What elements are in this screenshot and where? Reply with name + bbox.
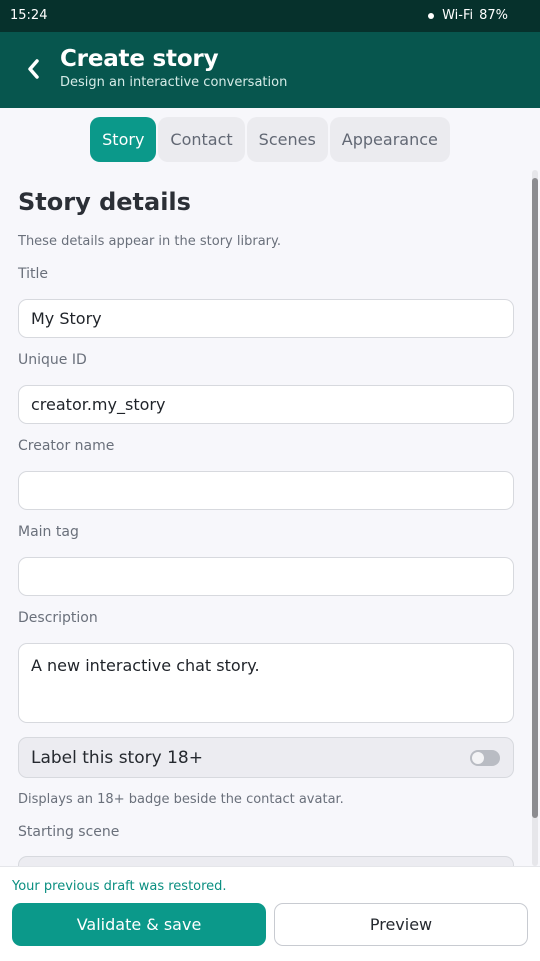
- adult-toggle-helper-text: Displays an 18+ badge beside the contact…: [18, 792, 344, 807]
- starting-scene-label: Starting scene: [18, 824, 120, 840]
- tab-bar: Story Contact Scenes Appearance: [0, 117, 540, 162]
- section-title: Story details: [18, 188, 191, 216]
- validate-save-button[interactable]: Validate & save: [12, 903, 266, 946]
- page-title: Create story: [60, 46, 219, 72]
- toggle-knob: [472, 752, 484, 764]
- notification-dot-icon: [428, 12, 435, 19]
- draft-restored-message: Your previous draft was restored.: [12, 879, 227, 894]
- page-subtitle: Design an interactive conversation: [60, 75, 288, 90]
- status-time: 15:24: [10, 8, 48, 23]
- tab-appearance[interactable]: Appearance: [329, 117, 450, 162]
- adult-toggle-switch[interactable]: [470, 750, 500, 766]
- tab-story[interactable]: Story: [90, 117, 157, 162]
- wifi-label: Wi-Fi: [442, 8, 474, 23]
- main-tag-field[interactable]: [18, 557, 514, 596]
- creator-name-field[interactable]: [18, 471, 514, 510]
- unique-id-field[interactable]: [18, 385, 514, 424]
- story-details-form: Story details These details appear in th…: [0, 170, 540, 866]
- scrollbar-thumb[interactable]: [532, 178, 538, 818]
- status-bar: 15:24 Wi-Fi 87%: [0, 0, 540, 32]
- scrollbar[interactable]: [532, 170, 538, 866]
- battery-level: 87%: [479, 8, 508, 23]
- chevron-left-icon[interactable]: [18, 54, 48, 84]
- starting-scene-select[interactable]: [18, 856, 514, 866]
- footer-bar: Your previous draft was restored. Valida…: [0, 866, 540, 961]
- adult-toggle-label: Label this story 18+: [31, 748, 203, 768]
- description-label: Description: [18, 610, 98, 626]
- description-field[interactable]: A new interactive chat story.: [18, 643, 514, 723]
- adult-label-toggle-row[interactable]: Label this story 18+: [18, 737, 514, 778]
- creator-name-label: Creator name: [18, 438, 115, 454]
- preview-button[interactable]: Preview: [274, 903, 528, 946]
- unique-id-label: Unique ID: [18, 352, 87, 368]
- status-indicators: Wi-Fi 87%: [428, 8, 508, 23]
- title-label: Title: [18, 266, 49, 282]
- tab-scenes[interactable]: Scenes: [246, 117, 328, 162]
- main-tag-label: Main tag: [18, 524, 79, 540]
- section-helper-text: These details appear in the story librar…: [18, 234, 281, 249]
- app-header: Create story Design an interactive conve…: [0, 32, 540, 108]
- title-field[interactable]: [18, 299, 514, 338]
- tab-contact[interactable]: Contact: [158, 117, 245, 162]
